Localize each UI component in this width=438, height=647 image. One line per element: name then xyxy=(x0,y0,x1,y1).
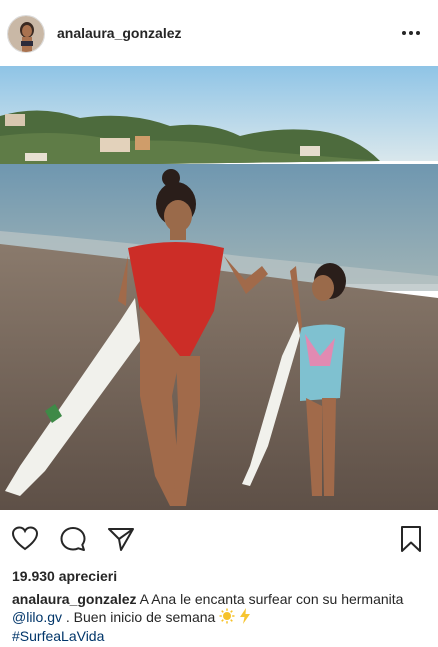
sun-emoji xyxy=(219,608,235,628)
send-icon[interactable] xyxy=(106,524,136,554)
post-username[interactable]: analaura_gonzalez xyxy=(57,25,182,41)
lightning-emoji xyxy=(239,608,251,628)
bookmark-icon[interactable] xyxy=(396,524,426,554)
post-caption: analaura_gonzalez A Ana le encanta surfe… xyxy=(12,591,430,645)
caption-text-2: . Buen inicio de semana xyxy=(62,609,220,625)
post-photo[interactable] xyxy=(0,66,438,510)
post-header: analaura_gonzalez xyxy=(0,0,438,66)
caption-hashtag[interactable]: #SurfeaLaVida xyxy=(12,628,104,644)
likes-count[interactable]: 19.930 aprecieri xyxy=(12,568,117,584)
action-bar xyxy=(0,516,438,560)
heart-icon[interactable] xyxy=(10,524,40,554)
caption-mention[interactable]: @lilo.gv xyxy=(12,609,62,625)
comment-icon[interactable] xyxy=(58,524,88,554)
avatar-image xyxy=(8,16,44,52)
caption-username[interactable]: analaura_gonzalez xyxy=(12,591,137,607)
avatar[interactable] xyxy=(7,15,45,53)
more-options-icon[interactable] xyxy=(400,22,422,44)
caption-text-1: A Ana le encanta surfear con su hermanit… xyxy=(136,591,404,607)
